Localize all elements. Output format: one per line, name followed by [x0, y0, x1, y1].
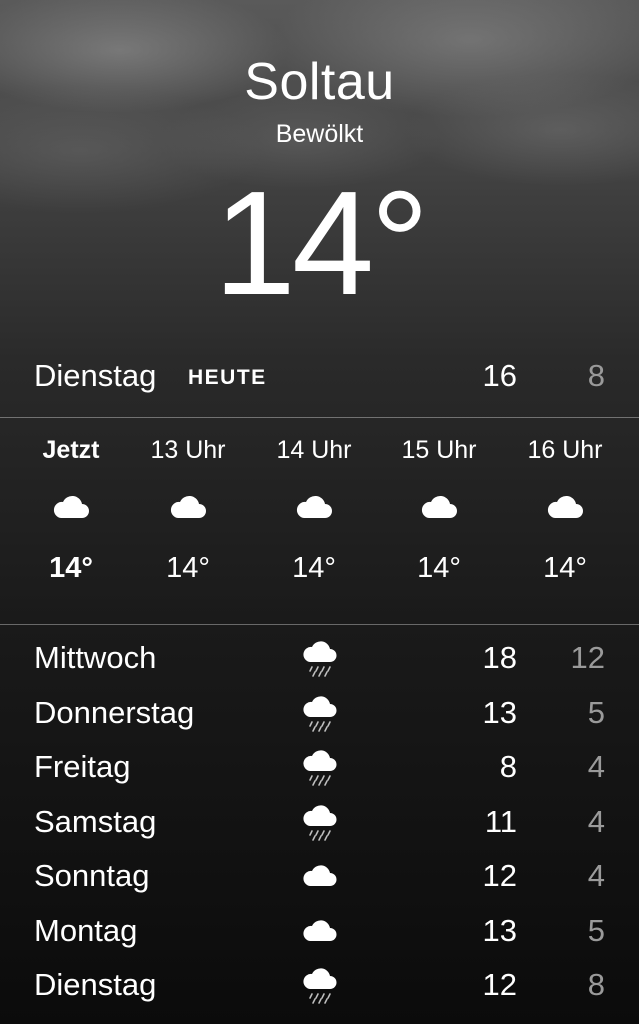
hourly-item-14: 14 Uhr 14°: [254, 430, 374, 588]
cloud-rain-icon: [300, 693, 340, 733]
cloud-icon: [128, 494, 248, 524]
hourly-time-label: 16 Uhr: [527, 436, 603, 464]
divider-top: [0, 417, 639, 418]
daily-high-temp: 12: [482, 967, 517, 1002]
cloud-rain-icon: [300, 965, 340, 1005]
hourly-forecast[interactable]: Jetzt 14° 13 Uhr 14° 14 Uhr 14° 15 Uhr 1…: [0, 430, 639, 610]
daily-row: Samstag 11 4: [0, 796, 639, 851]
hourly-item-13: 13 Uhr 14°: [128, 430, 248, 588]
today-tag: HEUTE: [188, 366, 267, 389]
hourly-temp: 14°: [543, 552, 587, 584]
daily-low-temp: 4: [587, 858, 605, 893]
hourly-temp: 14°: [49, 552, 93, 584]
cloud-icon: [379, 494, 499, 524]
daily-day-name: Mittwoch: [34, 640, 157, 675]
city-name: Soltau: [244, 53, 395, 111]
today-high-temp: 16: [482, 358, 517, 393]
daily-row: Dienstag 12 8: [0, 959, 639, 1014]
daily-day-name: Montag: [34, 912, 138, 948]
divider-bottom: [0, 624, 639, 625]
cloud-rain-icon: [300, 638, 340, 678]
cloud-icon: [505, 494, 625, 524]
weather-condition: Bewölkt: [275, 120, 364, 148]
today-day-name: Dienstag: [34, 358, 157, 393]
today-low-temp: 8: [587, 358, 605, 393]
daily-low-temp: 4: [587, 803, 605, 839]
hourly-item-now: Jetzt 14°: [11, 430, 131, 588]
daily-high-temp: 13: [482, 694, 517, 730]
daily-row: Mittwoch 18 12: [0, 632, 639, 687]
cloud-icon: [11, 494, 131, 524]
hourly-temp: 14°: [417, 552, 461, 584]
daily-high-temp: 18: [482, 640, 517, 675]
daily-day-name: Dienstag: [34, 967, 157, 1002]
cloud-icon: [254, 494, 374, 524]
today-summary-row: Dienstag HEUTE 16 8: [0, 352, 639, 404]
daily-high-temp: 8: [499, 749, 517, 784]
daily-low-temp: 5: [587, 694, 605, 730]
hourly-item-16: 16 Uhr 14°: [505, 430, 625, 588]
daily-day-name: Samstag: [34, 803, 157, 839]
cloud-rain-icon: [300, 747, 340, 787]
daily-day-name: Freitag: [34, 749, 131, 784]
daily-high-temp: 11: [484, 803, 517, 839]
daily-row: Donnerstag 13 5: [0, 687, 639, 742]
daily-row: Freitag 8 4: [0, 741, 639, 796]
hourly-temp: 14°: [292, 552, 336, 584]
cloud-icon: [300, 856, 340, 896]
hourly-time-label: 14 Uhr: [276, 436, 352, 464]
cloud-rain-icon: [300, 802, 340, 842]
daily-forecast-list[interactable]: Mittwoch 18 12 Donnerstag 13 5 Freitag 8…: [0, 632, 639, 1014]
hourly-time-label: 13 Uhr: [150, 436, 226, 464]
daily-row: Sonntag 12 4: [0, 850, 639, 905]
daily-day-name: Donnerstag: [34, 694, 195, 730]
daily-low-temp: 4: [587, 749, 605, 784]
daily-day-name: Sonntag: [34, 858, 150, 893]
current-temperature: 14°: [213, 161, 430, 326]
daily-low-temp: 12: [570, 640, 605, 675]
daily-row: Montag 13 5: [0, 905, 639, 960]
daily-low-temp: 5: [587, 912, 605, 948]
daily-high-temp: 13: [482, 912, 517, 948]
daily-low-temp: 8: [587, 967, 605, 1002]
hourly-temp: 14°: [166, 552, 210, 584]
daily-high-temp: 12: [482, 858, 517, 893]
hourly-time-label: 15 Uhr: [401, 436, 477, 464]
hourly-item-15: 15 Uhr 14°: [379, 430, 499, 588]
hourly-time-label: Jetzt: [42, 436, 100, 464]
cloud-icon: [300, 911, 340, 951]
